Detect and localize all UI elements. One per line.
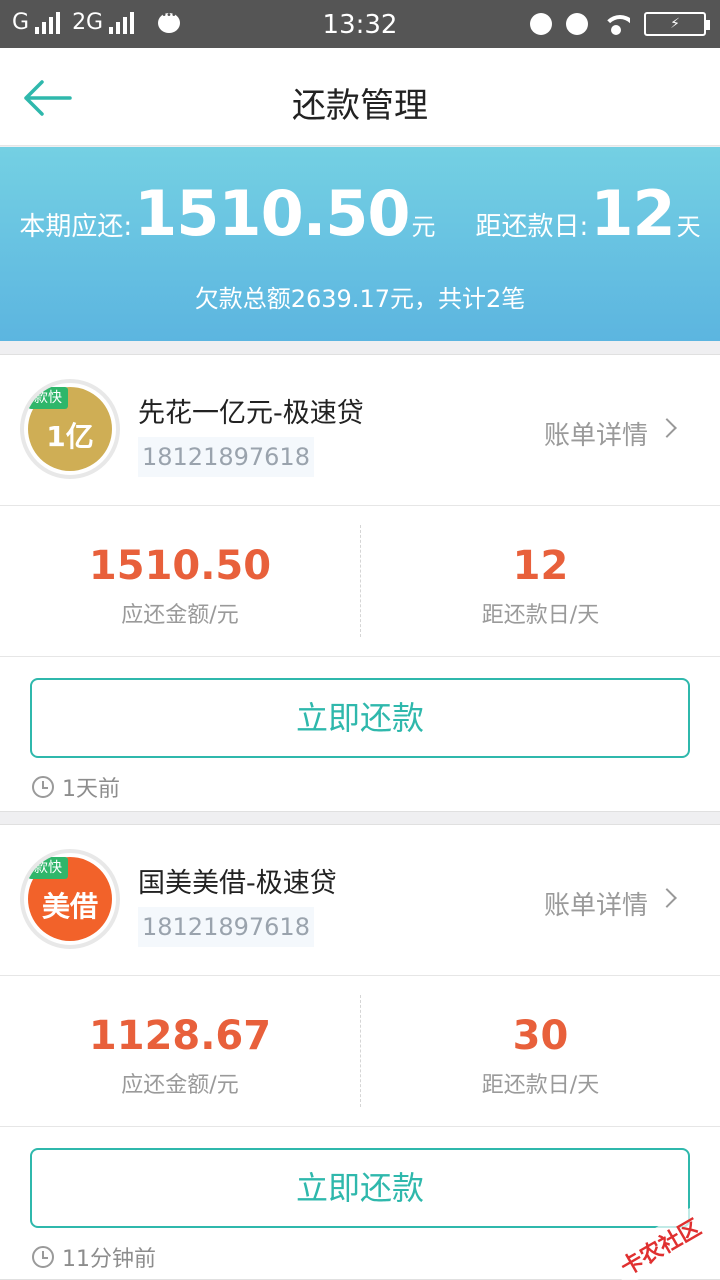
clock-icon: [32, 776, 54, 798]
days-left-unit: 天: [676, 213, 701, 241]
status-right: ⚡: [530, 12, 710, 36]
amount-due-stat: 1128.67 应还金额/元: [0, 977, 360, 1127]
alarm-icon: [566, 13, 588, 35]
current-due-label: 本期应还:: [19, 212, 133, 242]
update-time-text: 1天前: [62, 777, 120, 802]
days-left-label: 距还款日/天: [481, 1073, 600, 1098]
wifi-icon: [602, 13, 630, 35]
amount-due-label: 应还金额/元: [121, 603, 239, 628]
amount-due-label: 应还金额/元: [121, 1073, 239, 1098]
lender-logo-tag: 款快: [28, 857, 68, 879]
account-phone: 18121897618: [138, 437, 314, 477]
loan-card: 款快 1亿 先花一亿元-极速贷 18121897618 账单详情 1510.50…: [0, 354, 720, 812]
loan-card: 款快 美借 国美美借-极速贷 18121897618 账单详情 1128.67 …: [0, 824, 720, 1280]
days-left-value: 12: [512, 543, 569, 589]
amount-due-stat: 1510.50 应还金额/元: [0, 507, 360, 657]
amount-due-value: 1510.50: [88, 543, 272, 589]
days-left-stat: 30 距还款日/天: [360, 995, 720, 1107]
days-left-label: 距还款日:: [475, 212, 589, 242]
days-left-stat: 12 距还款日/天: [360, 525, 720, 637]
bill-detail-link[interactable]: 账单详情: [544, 885, 648, 922]
lender-logo-text: 美借: [41, 890, 98, 923]
loan-product-name: 先花一亿元-极速贷: [138, 398, 364, 429]
chevron-right-icon: [657, 888, 677, 908]
repay-now-button[interactable]: 立即还款: [30, 678, 690, 758]
loan-stats: 1510.50 应还金额/元 12 距还款日/天: [0, 507, 720, 657]
account-phone: 18121897618: [138, 907, 314, 947]
loan-product-name: 国美美借-极速贷: [138, 868, 337, 899]
loan-card-header[interactable]: 款快 美借 国美美借-极速贷 18121897618 账单详情: [0, 825, 720, 976]
current-due-amount: 1510.50: [134, 177, 410, 250]
loan-card-header[interactable]: 款快 1亿 先花一亿元-极速贷 18121897618 账单详情: [0, 355, 720, 506]
clock-icon: [32, 1246, 54, 1268]
lender-logo: 款快 1亿: [20, 379, 120, 479]
days-left-value: 30: [512, 1013, 569, 1059]
days-left-label: 距还款日/天: [481, 603, 600, 628]
current-due-unit: 元: [411, 213, 436, 241]
battery-icon: ⚡: [644, 12, 710, 36]
repay-now-button[interactable]: 立即还款: [30, 1148, 690, 1228]
amount-due-value: 1128.67: [88, 1013, 272, 1059]
app-header: 还款管理: [0, 48, 720, 146]
update-time: 11分钟前: [32, 1241, 156, 1273]
days-left-value: 12: [590, 177, 675, 250]
repayment-summary-banner: 本期应还: 1510.50 元 距还款日: 12 天 欠款总额2639.17元，…: [0, 147, 720, 341]
bill-detail-link[interactable]: 账单详情: [544, 415, 648, 452]
loan-stats: 1128.67 应还金额/元 30 距还款日/天: [0, 977, 720, 1127]
lender-logo-text: 1亿: [46, 420, 94, 453]
update-time-text: 11分钟前: [62, 1247, 156, 1272]
vibrate-icon: [530, 13, 552, 35]
status-bar: G 2G 13:32 ⚡: [0, 0, 720, 48]
page-title: 还款管理: [292, 86, 428, 126]
lender-logo: 款快 美借: [20, 849, 120, 949]
chevron-right-icon: [657, 418, 677, 438]
lender-logo-tag: 款快: [28, 387, 68, 409]
total-debt-text: 欠款总额2639.17元，共计2笔: [194, 285, 526, 313]
update-time: 1天前: [32, 771, 120, 803]
summary-row: 本期应还: 1510.50 元 距还款日: 12 天: [0, 177, 720, 250]
